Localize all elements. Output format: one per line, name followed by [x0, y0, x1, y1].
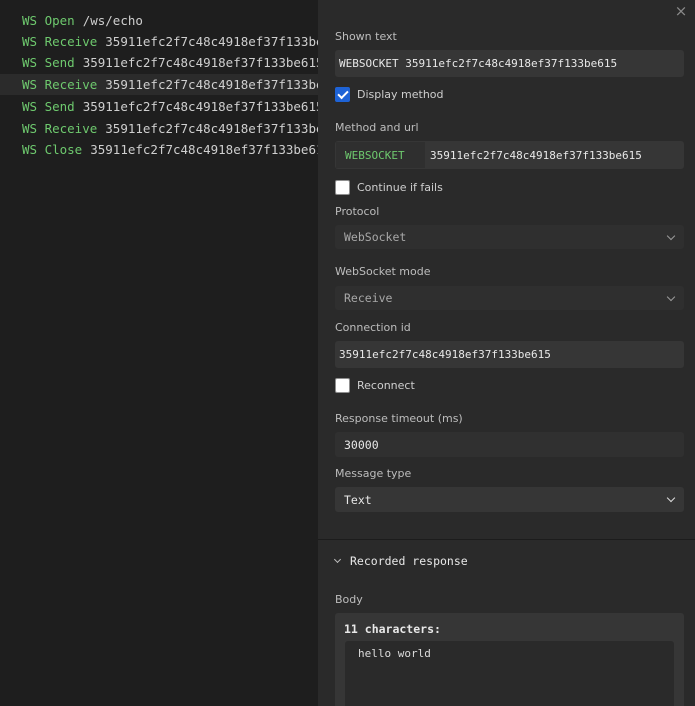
url-field[interactable] — [426, 141, 684, 169]
log-row-selected[interactable]: WS Receive 35911efc2f7c48c4918ef37f133be… — [0, 74, 318, 95]
log-row[interactable]: WS Close 35911efc2f7c48c4918ef37f133be61… — [0, 139, 318, 160]
continue-if-fails-checkbox[interactable] — [335, 180, 350, 195]
log-target: 35911efc2f7c48c4918ef37f133be615 — [82, 99, 318, 114]
chevron-down-icon — [333, 555, 342, 564]
protocol-select[interactable]: WebSocket — [335, 225, 684, 249]
message-type-label: Message type — [335, 467, 412, 480]
body-panel: 11 characters: hello world — [335, 613, 684, 706]
log-method: WS Receive — [22, 34, 98, 49]
body-content[interactable]: hello world — [345, 641, 674, 706]
continue-if-fails-label: Continue if fails — [357, 181, 443, 194]
method-url-field: WEBSOCKET — [335, 141, 684, 169]
log-row[interactable]: WS Receive 35911efc2f7c48c4918ef37f133be… — [0, 31, 318, 52]
display-method-checkbox[interactable] — [335, 87, 350, 102]
shown-text-input[interactable] — [335, 57, 684, 70]
response-timeout-field[interactable] — [335, 432, 684, 457]
log-method: WS Send — [22, 99, 75, 114]
log-method: WS Receive — [22, 77, 98, 92]
log-row[interactable]: WS Open /ws/echo — [0, 10, 318, 31]
log-row[interactable]: WS Send 35911efc2f7c48c4918ef37f133be615 — [0, 52, 318, 73]
log-target: 35911efc2f7c48c4918ef37f133be615 — [105, 121, 318, 136]
response-timeout-label: Response timeout (ms) — [335, 412, 463, 425]
log-target: 35911efc2f7c48c4918ef37f133be615 — [82, 55, 318, 70]
reconnect-row[interactable]: Reconnect — [335, 378, 415, 393]
reconnect-label: Reconnect — [357, 379, 415, 392]
log-target: 35911efc2f7c48c4918ef37f133be615 — [105, 77, 318, 92]
message-type-select[interactable]: Text — [335, 487, 684, 512]
log-method: WS Close — [22, 142, 83, 157]
reconnect-checkbox[interactable] — [335, 378, 350, 393]
continue-if-fails-row[interactable]: Continue if fails — [335, 180, 443, 195]
log-method: WS Receive — [22, 121, 98, 136]
protocol-label: Protocol — [335, 205, 380, 218]
display-method-row[interactable]: Display method — [335, 87, 444, 102]
log-target: 35911efc2f7c48c4918ef37f133be615 — [90, 142, 318, 157]
shown-text-field[interactable] — [335, 50, 684, 77]
chevron-down-icon — [666, 292, 676, 301]
chevron-down-icon — [666, 493, 676, 503]
log-target: 35911efc2f7c48c4918ef37f133be615 — [105, 34, 318, 49]
display-method-label: Display method — [357, 88, 444, 101]
body-character-count: 11 characters: — [344, 622, 441, 636]
body-label: Body — [335, 593, 363, 606]
connection-id-input[interactable] — [335, 348, 684, 361]
log-method: WS Open — [22, 13, 75, 28]
recorded-response-toggle[interactable]: Recorded response — [333, 554, 468, 568]
connection-id-field[interactable] — [335, 341, 684, 368]
ws-mode-value: Receive — [344, 291, 393, 305]
section-divider — [318, 539, 695, 540]
response-timeout-input[interactable] — [335, 437, 684, 452]
ws-mode-select[interactable]: Receive — [335, 286, 684, 310]
message-type-value: Text — [344, 492, 372, 507]
connection-id-label: Connection id — [335, 321, 411, 334]
ws-mode-label: WebSocket mode — [335, 265, 431, 278]
shown-text-label: Shown text — [335, 30, 397, 43]
url-input[interactable] — [426, 148, 684, 162]
recorded-response-label: Recorded response — [350, 554, 468, 568]
log-method: WS Send — [22, 55, 75, 70]
chevron-down-icon — [666, 231, 676, 240]
log-row[interactable]: WS Receive 35911efc2f7c48c4918ef37f133be… — [0, 118, 318, 139]
method-url-label: Method and url — [335, 121, 419, 134]
log-target: /ws/echo — [82, 13, 143, 28]
close-icon[interactable]: × — [673, 3, 689, 19]
request-details-panel: × Shown text Display method Method and u… — [318, 0, 695, 706]
request-log-list: WS Open /ws/echo WS Receive 35911efc2f7c… — [0, 0, 318, 706]
log-row[interactable]: WS Send 35911efc2f7c48c4918ef37f133be615 — [0, 96, 318, 117]
protocol-value: WebSocket — [344, 230, 407, 244]
method-select[interactable]: WEBSOCKET — [335, 141, 426, 169]
